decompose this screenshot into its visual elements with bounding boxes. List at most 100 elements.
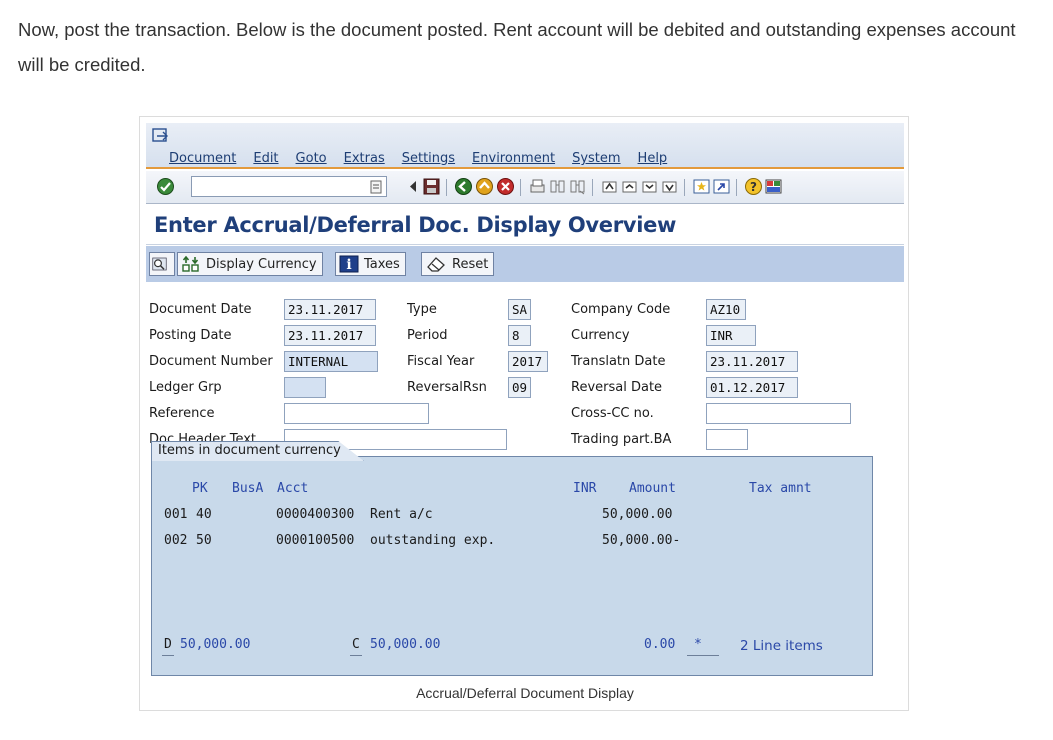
menu-help[interactable]: Help bbox=[638, 151, 668, 166]
help-icon[interactable]: ? bbox=[744, 177, 763, 196]
reversal-rsn-label: ReversalRsn bbox=[407, 380, 487, 395]
command-history-icon[interactable] bbox=[369, 179, 383, 195]
next-page-icon[interactable] bbox=[640, 177, 659, 196]
menu-extras[interactable]: Extras bbox=[344, 151, 385, 166]
previous-page-icon[interactable] bbox=[620, 177, 639, 196]
print-icon[interactable] bbox=[528, 177, 547, 196]
ledger-grp-label: Ledger Grp bbox=[149, 380, 222, 395]
first-page-icon[interactable] bbox=[600, 177, 619, 196]
menu-bar: Document Edit Goto Extras Settings Envir… bbox=[146, 123, 904, 169]
column-header-busa: BusA bbox=[232, 481, 264, 496]
currency-field[interactable]: INR bbox=[706, 325, 756, 346]
reference-field[interactable] bbox=[284, 403, 429, 424]
column-header-currency: INR bbox=[573, 481, 597, 496]
document-date-label: Document Date bbox=[149, 302, 252, 317]
exit-icon[interactable] bbox=[475, 177, 494, 196]
new-session-icon[interactable] bbox=[692, 177, 711, 196]
column-header-tax-amount: Tax amnt bbox=[749, 481, 812, 496]
menu-document[interactable]: Document bbox=[169, 151, 236, 166]
taxes-button[interactable]: i Taxes bbox=[335, 252, 406, 276]
balance-amount: 0.00 bbox=[644, 637, 676, 652]
reset-label: Reset bbox=[452, 256, 489, 272]
title-bar: Enter Accrual/Deferral Doc. Display Over… bbox=[146, 205, 904, 245]
debit-prefix: D bbox=[164, 637, 172, 652]
intro-paragraph: Now, post the transaction. Below is the … bbox=[18, 19, 1016, 75]
translatn-date-field[interactable]: 23.11.2017 bbox=[706, 351, 798, 372]
cancel-icon[interactable] bbox=[496, 177, 515, 196]
menu-environment[interactable]: Environment bbox=[472, 151, 555, 166]
fiscal-year-field[interactable]: 2017 bbox=[508, 351, 548, 372]
trading-part-field[interactable] bbox=[706, 429, 748, 450]
display-overview-icon bbox=[152, 257, 167, 271]
ledger-grp-field[interactable] bbox=[284, 377, 326, 398]
document-header-form: Document Date 23.11.2017 Posting Date 23… bbox=[146, 283, 904, 677]
menu-edit[interactable]: Edit bbox=[253, 151, 278, 166]
sap-window: Document Edit Goto Extras Settings Envir… bbox=[146, 123, 904, 677]
cross-cc-field[interactable] bbox=[706, 403, 851, 424]
figure-caption: Accrual/Deferral Document Display bbox=[416, 685, 634, 701]
menu-expand-icon[interactable] bbox=[151, 127, 171, 145]
find-icon[interactable] bbox=[548, 177, 567, 196]
menu-goto[interactable]: Goto bbox=[296, 151, 327, 166]
toolbar-separator bbox=[446, 179, 447, 196]
page-title: Enter Accrual/Deferral Doc. Display Over… bbox=[154, 213, 677, 237]
reversal-rsn-field[interactable]: 09 bbox=[508, 377, 531, 398]
standard-toolbar: ? bbox=[146, 171, 904, 204]
column-header-pk: PK bbox=[192, 481, 208, 496]
column-header-acct: Acct bbox=[277, 481, 309, 496]
line-items-count: 2 Line items bbox=[740, 638, 823, 654]
eraser-icon bbox=[427, 257, 445, 272]
toolbar-separator bbox=[684, 179, 685, 196]
row-amount: 50,000.00 bbox=[602, 507, 673, 522]
row-number: 002 bbox=[164, 533, 188, 548]
document-date-field[interactable]: 23.11.2017 bbox=[284, 299, 376, 320]
document-number-field[interactable]: INTERNAL bbox=[284, 351, 378, 372]
cross-cc-label: Cross-CC no. bbox=[571, 406, 654, 421]
row-posting-key: 40 bbox=[196, 507, 212, 522]
debit-total: 50,000.00 bbox=[180, 637, 251, 652]
balance-flag: * bbox=[694, 637, 702, 652]
taxes-label: Taxes bbox=[364, 256, 400, 272]
period-field[interactable]: 8 bbox=[508, 325, 531, 346]
type-field[interactable]: SA bbox=[508, 299, 531, 320]
items-tab-label[interactable]: Items in document currency bbox=[151, 441, 364, 461]
shortcut-icon[interactable] bbox=[712, 177, 731, 196]
company-code-label: Company Code bbox=[571, 302, 671, 317]
trading-part-label: Trading part.BA bbox=[571, 432, 672, 447]
toolbar-separator bbox=[592, 179, 593, 196]
menu-settings[interactable]: Settings bbox=[402, 151, 455, 166]
save-icon[interactable] bbox=[422, 177, 441, 196]
row-account: 0000400300 bbox=[276, 507, 355, 522]
menu-system[interactable]: System bbox=[572, 151, 620, 166]
items-table: PK BusA Acct INR Amount Tax amnt 001 40 … bbox=[151, 456, 873, 676]
period-label: Period bbox=[407, 328, 448, 343]
arrow-left-icon[interactable] bbox=[404, 177, 423, 196]
company-code-field[interactable]: AZ10 bbox=[706, 299, 746, 320]
debit-underline bbox=[162, 655, 174, 656]
type-label: Type bbox=[407, 302, 437, 317]
reference-label: Reference bbox=[149, 406, 215, 421]
overview-button[interactable] bbox=[149, 252, 175, 276]
currency-label: Currency bbox=[571, 328, 630, 343]
customize-layout-icon[interactable] bbox=[764, 177, 783, 196]
row-amount: 50,000.00- bbox=[602, 533, 681, 548]
reset-button[interactable]: Reset bbox=[421, 252, 495, 276]
reversal-date-field[interactable]: 01.12.2017 bbox=[706, 377, 798, 398]
row-account: 0000100500 bbox=[276, 533, 355, 548]
column-header-amount: Amount bbox=[629, 481, 676, 496]
posting-date-field[interactable]: 23.11.2017 bbox=[284, 325, 376, 346]
toolbar-separator bbox=[736, 179, 737, 196]
command-field[interactable] bbox=[191, 176, 387, 197]
display-currency-label: Display Currency bbox=[206, 256, 317, 272]
posting-date-label: Posting Date bbox=[149, 328, 232, 343]
credit-underline bbox=[350, 655, 362, 656]
display-currency-button[interactable]: Display Currency bbox=[177, 252, 323, 276]
translatn-date-label: Translatn Date bbox=[571, 354, 666, 369]
back-icon[interactable] bbox=[454, 177, 473, 196]
enter-check-icon[interactable] bbox=[156, 177, 175, 196]
svg-text:?: ? bbox=[750, 180, 757, 194]
reversal-date-label: Reversal Date bbox=[571, 380, 663, 395]
find-next-icon[interactable] bbox=[568, 177, 587, 196]
last-page-icon[interactable] bbox=[660, 177, 679, 196]
fiscal-year-label: Fiscal Year bbox=[407, 354, 475, 369]
